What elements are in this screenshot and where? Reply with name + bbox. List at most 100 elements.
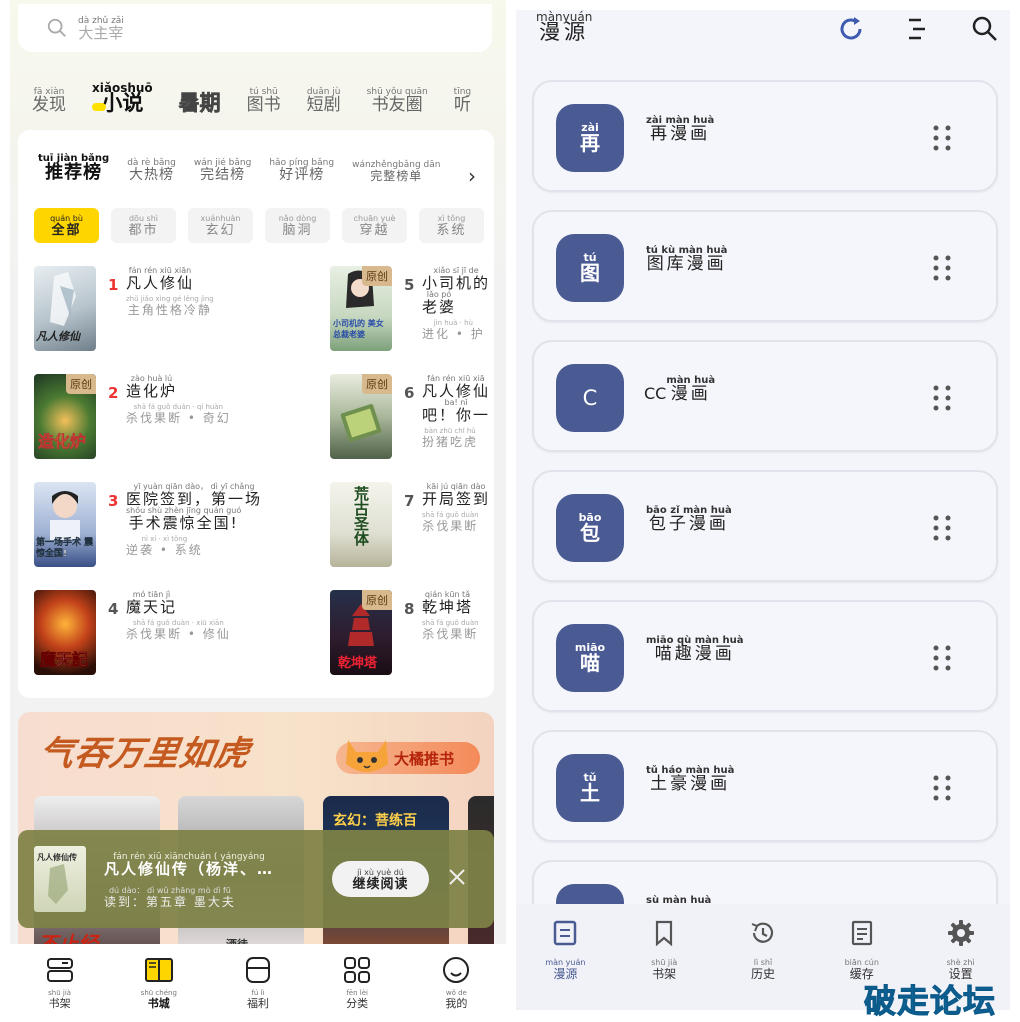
reading-progress: dú dào： dì wǔ zhāng mò dì fū 读到：第五章 墨大夫 xyxy=(104,886,236,909)
chip-fantasy[interactable]: xuánhuàn 玄幻 xyxy=(188,208,253,243)
source-item[interactable]: C CC màn huà 漫画 xyxy=(532,340,998,452)
rank-tab-hot[interactable]: dà rè bǎng 大热榜 xyxy=(127,158,176,182)
ranking-tabs: tuī jiàn bǎng 推荐榜 dà rè bǎng 大热榜 wán jié b… xyxy=(38,154,440,183)
source-name: CC màn huà 漫画 xyxy=(644,375,716,404)
source-name: zài màn huà 再漫画 xyxy=(646,115,715,144)
nav-bookshelf[interactable]: shū jià 书架 xyxy=(629,918,699,1010)
menu-icon[interactable] xyxy=(902,14,932,44)
bottom-navigation: shū jià 书架 shū chéng 书城 fú lì 福利 fēn lèi 分类 … xyxy=(10,944,506,1020)
rank-number: 3 xyxy=(108,492,119,510)
more-options-icon[interactable] xyxy=(930,642,954,674)
forum-watermark: 破走论坛 xyxy=(863,982,997,1021)
source-item[interactable]: tǔ 土 tǔ háo màn huà 土豪漫画 xyxy=(532,730,998,842)
search-icon[interactable] xyxy=(970,14,1000,44)
tab-listen[interactable]: tīng 听 xyxy=(454,87,471,114)
chip-brainstorm[interactable]: nǎo dòng 脑洞 xyxy=(265,208,330,243)
more-options-icon[interactable] xyxy=(930,252,954,284)
book-cover: 凡人修仙 xyxy=(34,266,96,351)
continue-reading-bar[interactable]: 凡人修仙传 fán rén xiū xiānchuán ( yángyáng 凡人… xyxy=(18,830,494,928)
document-icon xyxy=(851,920,872,946)
comic-sources-screen: mànyuán 漫源 zài 再 zài màn huà 再漫画 tú 图 tú kù … xyxy=(516,10,1010,1010)
book-cover: 魔天記 xyxy=(34,590,96,675)
source-item[interactable]: zài 再 zài màn huà 再漫画 xyxy=(532,80,998,192)
source-avatar: zài 再 xyxy=(556,104,624,172)
book-title: kāi jú qiān dào 开局签到 xyxy=(422,482,491,508)
source-item[interactable]: miāo 喵 miāo qù màn huà 喵趣漫画 xyxy=(532,600,998,712)
chip-system[interactable]: xì tǒng 系统 xyxy=(419,208,484,243)
genre-chips: quán bù 全部 dōu shì 都市 xuánhuàn 玄幻 nǎo dòng 脑… xyxy=(34,208,484,243)
rank-number: 2 xyxy=(108,384,119,402)
cat-mascot-icon xyxy=(346,740,388,772)
more-options-icon[interactable] xyxy=(930,382,954,414)
book-tags: shā fá guǒ duàn · qí huàn 杀伐果断 • 奇幻 xyxy=(126,403,231,425)
search-placeholder: dà zhǔ zǎi 大主宰 xyxy=(78,15,124,42)
source-item[interactable]: bāo 包 bāo zǐ màn huà 包子漫画 xyxy=(532,470,998,582)
book-title: yī yuàn qiān dào， dì yī chǎng 医院签到，第一场 xyxy=(126,482,263,508)
book-title: fán rén xiū xiā 凡人修仙 xyxy=(422,374,491,400)
rank-tab-full-list[interactable]: wánzhěngbǎng dān 完整榜单 xyxy=(352,160,440,182)
source-name: bāo zǐ màn huà 包子漫画 xyxy=(646,505,732,534)
original-badge: 原创 xyxy=(362,374,392,394)
source-avatar: C xyxy=(556,364,624,432)
original-badge: 原创 xyxy=(66,374,96,394)
more-options-icon[interactable] xyxy=(930,512,954,544)
rank-tab-recommend[interactable]: tuī jiàn bǎng 推荐榜 xyxy=(38,154,109,182)
nav-bookshelf[interactable]: shū jià 书架 xyxy=(30,954,90,1020)
source-avatar: tǔ 土 xyxy=(556,754,624,822)
book-item[interactable]: 凡人修仙 1 fán rén xiū xiān 凡人修仙 zhǔ jiǎo xìn… xyxy=(34,266,334,356)
source-item[interactable]: tú 图 tú kù màn huà 图库漫画 xyxy=(532,210,998,322)
close-icon[interactable] xyxy=(446,866,468,888)
chip-all[interactable]: quán bù 全部 xyxy=(34,208,99,243)
rank-number: 7 xyxy=(404,492,415,510)
rank-number: 8 xyxy=(404,600,415,618)
book-item[interactable]: 造化炉 原创 2 zào huà lú 造化炉 shā fá guǒ duàn ·… xyxy=(34,374,334,464)
book-item[interactable]: 第一场手术 震惊全国! 3 yī yuàn qiān dào， dì yī ch… xyxy=(34,482,334,572)
book-title: zào huà lú 造化炉 xyxy=(126,374,178,400)
book-item[interactable]: 小司机的 美女总裁老婆 原创 5 xiǎo sī jī de 小司机的 lǎo p… xyxy=(330,266,494,356)
more-options-icon[interactable] xyxy=(930,122,954,154)
reading-book-cover: 凡人修仙传 xyxy=(34,846,86,912)
app-header: mànyuán 漫源 xyxy=(516,10,1010,66)
book-item[interactable]: 乾坤塔 原创 8 qián kūn tǎ 乾坤塔 shā fá guǒ duàn 杀… xyxy=(330,590,494,680)
promo-title: 气吞万里如虎 xyxy=(36,734,253,774)
chevron-right-icon[interactable]: › xyxy=(468,164,476,188)
book-tags: bàn zhū chī hǔ 扮猪吃虎 xyxy=(422,427,479,449)
nav-history[interactable]: lì shǐ 历史 xyxy=(728,918,798,1010)
continue-reading-button[interactable]: jì xù yuè dú 继续阅读 xyxy=(332,861,429,897)
book-item[interactable]: 原创 6 fán rén xiū xiā 凡人修仙 ba! nǐ 吧！你一 bàn … xyxy=(330,374,494,464)
more-options-icon[interactable] xyxy=(930,772,954,804)
nav-mine[interactable]: wǒ de 我的 xyxy=(426,954,486,1020)
book-title: fán rén xiū xiān 凡人修仙 xyxy=(126,266,195,292)
chip-time-travel[interactable]: chuān yuè 穿越 xyxy=(342,208,407,243)
tab-summer[interactable]: 暑期 xyxy=(178,92,221,115)
gear-icon xyxy=(947,920,974,946)
reading-book-title: fán rén xiū xiānchuán ( yángyáng 凡人修仙传（杨洋… xyxy=(104,852,275,878)
book-cover: 第一场手术 震惊全国! xyxy=(34,482,96,567)
tab-novel[interactable]: xiǎoshuō 小说 xyxy=(92,82,153,114)
source-name: tǔ háo màn huà 土豪漫画 xyxy=(646,765,735,794)
tab-books[interactable]: tú shū 图书 xyxy=(247,87,281,114)
search-bar[interactable]: dà zhǔ zǎi 大主宰 xyxy=(18,4,492,52)
tab-short-drama[interactable]: duǎn jù 短剧 xyxy=(307,87,341,114)
rank-tab-finished[interactable]: wán jié bǎng 完结榜 xyxy=(194,158,252,182)
tab-discover[interactable]: fā xiàn 发现 xyxy=(32,87,66,114)
tab-book-friends[interactable]: shū yǒu quān 书友圈 xyxy=(367,87,428,114)
book-tags: shā fá guǒ duàn 杀伐果断 xyxy=(422,619,479,641)
nav-bookstore[interactable]: shū chéng 书城 xyxy=(129,954,189,1020)
book-tags: nì xí · xì tǒng 逆袭 • 系统 xyxy=(126,535,203,557)
original-badge: 原创 xyxy=(362,590,392,610)
rank-tab-rated[interactable]: hǎo píng bǎng 好评榜 xyxy=(269,158,334,182)
book-item[interactable]: 荒古圣体 7 kāi jú qiān dào 开局签到 shā fá guǒ du… xyxy=(330,482,494,572)
book-cover: 原创 xyxy=(330,374,392,459)
original-badge: 原创 xyxy=(362,266,392,286)
book-title-line2: shǒu shù zhèn jīng quán guó 手术震惊全国! xyxy=(126,506,242,532)
chip-urban[interactable]: dōu shì 都市 xyxy=(111,208,176,243)
nav-category[interactable]: fēn lèi 分类 xyxy=(327,954,387,1020)
book-cover: 荒古圣体 xyxy=(330,482,392,567)
rank-number: 4 xyxy=(108,600,119,618)
nav-welfare[interactable]: fú lì 福利 xyxy=(228,954,288,1020)
refresh-icon[interactable] xyxy=(836,14,866,44)
book-item[interactable]: 魔天記 4 mó tiān jì 魔天记 shā fá guǒ duàn · xi… xyxy=(34,590,334,680)
nav-sources[interactable]: màn yuán 漫源 xyxy=(530,918,600,1010)
book-tags: shā fá guǒ duàn · xiū xiān 杀伐果断 • 修仙 xyxy=(126,619,231,641)
